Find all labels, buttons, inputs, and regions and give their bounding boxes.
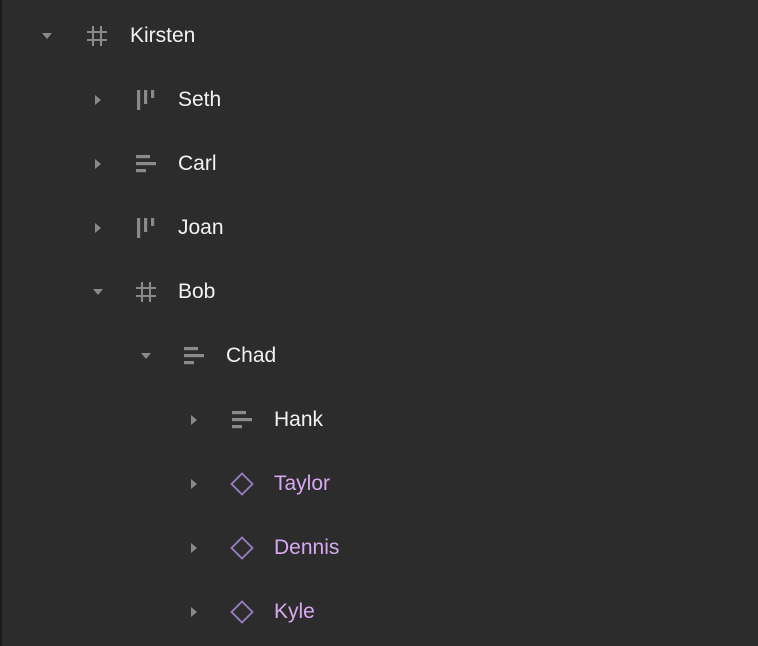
auto-layout-vertical-icon xyxy=(230,408,254,432)
chevron-right-icon[interactable] xyxy=(88,90,108,110)
chevron-right-icon[interactable] xyxy=(184,538,204,558)
layer-label: Joan xyxy=(178,216,224,239)
layer-label: Taylor xyxy=(274,472,331,495)
chevron-down-icon[interactable] xyxy=(88,282,108,302)
layer-label: Kyle xyxy=(274,600,315,623)
chevron-right-icon[interactable] xyxy=(88,154,108,174)
layer-row-kyle[interactable]: Kyle xyxy=(2,580,758,644)
chevron-right-icon[interactable] xyxy=(184,410,204,430)
chevron-right-icon[interactable] xyxy=(184,474,204,494)
layer-label: Seth xyxy=(178,88,222,111)
auto-layout-horizontal-icon xyxy=(134,216,158,240)
layer-row-chad[interactable]: Chad xyxy=(2,324,758,388)
layer-label: Chad xyxy=(226,344,277,367)
component-instance-icon xyxy=(230,600,254,624)
component-instance-icon xyxy=(230,472,254,496)
component-instance-icon xyxy=(230,536,254,560)
layer-row-hank[interactable]: Hank xyxy=(2,388,758,452)
frame-icon xyxy=(85,24,109,48)
layer-label: Hank xyxy=(274,408,324,431)
layer-row-joan[interactable]: Joan xyxy=(2,196,758,260)
layer-row-carl[interactable]: Carl xyxy=(2,132,758,196)
auto-layout-vertical-icon xyxy=(182,344,206,368)
layer-row-dennis[interactable]: Dennis xyxy=(2,516,758,580)
layer-row-taylor[interactable]: Taylor xyxy=(2,452,758,516)
layer-label: Dennis xyxy=(274,536,340,559)
auto-layout-vertical-icon xyxy=(134,152,158,176)
layer-row-seth[interactable]: Seth xyxy=(2,68,758,132)
layer-row-bob[interactable]: Bob xyxy=(2,260,758,324)
layers-panel: Kirsten Seth Carl Joan Bob Chad Hank Tay… xyxy=(0,0,758,646)
chevron-right-icon[interactable] xyxy=(88,218,108,238)
frame-icon xyxy=(134,280,158,304)
chevron-down-icon[interactable] xyxy=(136,346,156,366)
layer-label: Kirsten xyxy=(130,24,196,47)
layer-label: Bob xyxy=(178,280,216,303)
auto-layout-horizontal-icon xyxy=(134,88,158,112)
layer-row-kirsten[interactable]: Kirsten xyxy=(2,4,758,68)
chevron-right-icon[interactable] xyxy=(184,602,204,622)
chevron-down-icon[interactable] xyxy=(37,26,57,46)
layer-label: Carl xyxy=(178,152,217,175)
